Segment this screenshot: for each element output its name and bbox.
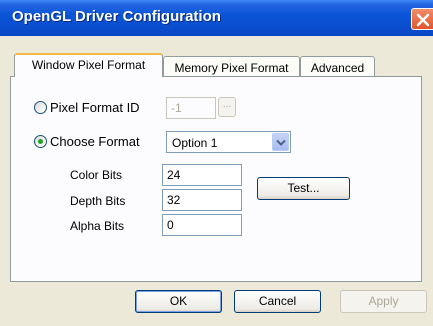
alpha-bits-field[interactable]: 0 bbox=[162, 214, 242, 236]
tab-memory-pixel-format[interactable]: Memory Pixel Format bbox=[163, 56, 300, 77]
color-bits-label: Color Bits bbox=[70, 168, 123, 182]
cancel-button[interactable]: Cancel bbox=[234, 290, 321, 313]
title-bar[interactable]: OpenGL Driver Configuration bbox=[0, 0, 433, 36]
pixel-format-id-label: Pixel Format ID bbox=[50, 100, 140, 115]
radio-button-unchecked[interactable] bbox=[34, 101, 47, 114]
apply-button: Apply bbox=[340, 290, 427, 313]
depth-bits-field[interactable]: 32 bbox=[162, 189, 242, 211]
test-button[interactable]: Test... bbox=[257, 177, 350, 200]
radio-button-checked[interactable] bbox=[34, 135, 47, 148]
close-button[interactable] bbox=[411, 8, 433, 30]
pixel-format-id-field: -1 bbox=[166, 97, 216, 119]
chevron-down-icon bbox=[276, 139, 286, 146]
format-dropdown-value: Option 1 bbox=[172, 136, 218, 150]
choose-format-radio[interactable]: Choose Format bbox=[34, 134, 140, 149]
alpha-bits-label: Alpha Bits bbox=[70, 219, 125, 233]
browse-button: ... bbox=[218, 97, 236, 117]
tab-advanced[interactable]: Advanced bbox=[300, 56, 375, 77]
tab-window-pixel-format[interactable]: Window Pixel Format bbox=[14, 53, 163, 77]
choose-format-label: Choose Format bbox=[50, 134, 140, 149]
depth-bits-label: Depth Bits bbox=[70, 194, 126, 208]
color-bits-field[interactable]: 24 bbox=[162, 164, 242, 186]
window-title: OpenGL Driver Configuration bbox=[12, 8, 221, 25]
dropdown-button[interactable] bbox=[272, 133, 289, 151]
ok-button[interactable]: OK bbox=[135, 290, 222, 313]
close-icon bbox=[416, 13, 430, 27]
pixel-format-id-radio[interactable]: Pixel Format ID bbox=[34, 100, 140, 115]
format-dropdown[interactable]: Option 1 bbox=[166, 131, 291, 153]
